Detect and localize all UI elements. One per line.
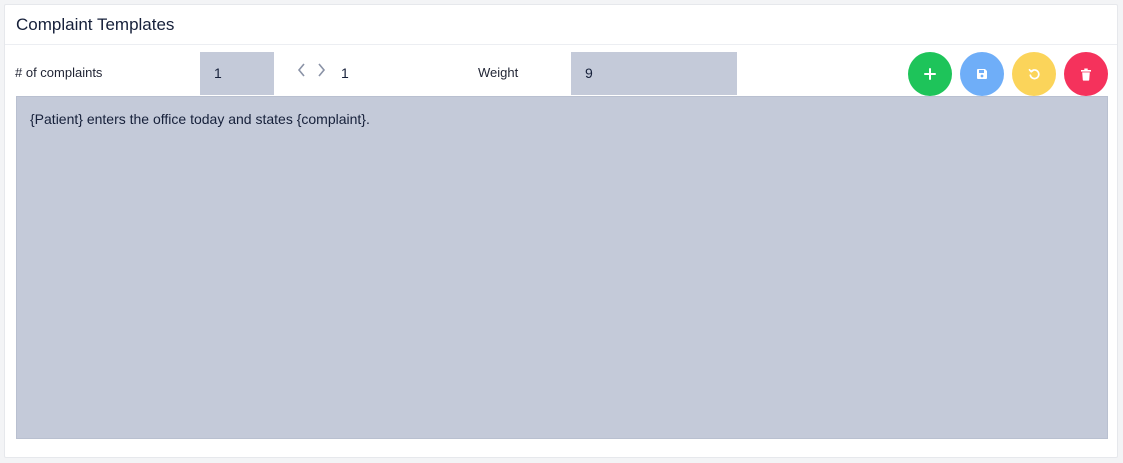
template-index: 1 xyxy=(341,65,349,81)
plus-icon xyxy=(924,68,936,80)
complaints-count-input[interactable]: 1 xyxy=(200,52,274,95)
prev-template-button[interactable] xyxy=(294,62,308,78)
save-template-button[interactable] xyxy=(960,52,1004,96)
complaints-count-label: # of complaints xyxy=(15,65,103,80)
weight-label: Weight xyxy=(478,65,519,80)
reset-template-button[interactable] xyxy=(1012,52,1056,96)
chevron-left-icon xyxy=(297,63,305,77)
template-text-editor[interactable]: {Patient} enters the office today and st… xyxy=(16,96,1108,439)
weight-input[interactable]: 9 xyxy=(571,52,737,95)
floppy-disk-icon xyxy=(977,69,987,79)
chevron-right-icon xyxy=(317,63,325,77)
page-title: Complaint Templates xyxy=(16,15,175,34)
undo-icon xyxy=(1028,68,1040,79)
card-header: Complaint Templates xyxy=(5,5,1117,45)
next-template-button[interactable] xyxy=(314,62,328,78)
complaint-templates-card: Complaint Templates # of complaints 1 1 … xyxy=(4,4,1118,458)
trash-icon xyxy=(1081,68,1091,81)
delete-template-button[interactable] xyxy=(1064,52,1108,96)
add-template-button[interactable] xyxy=(908,52,952,96)
